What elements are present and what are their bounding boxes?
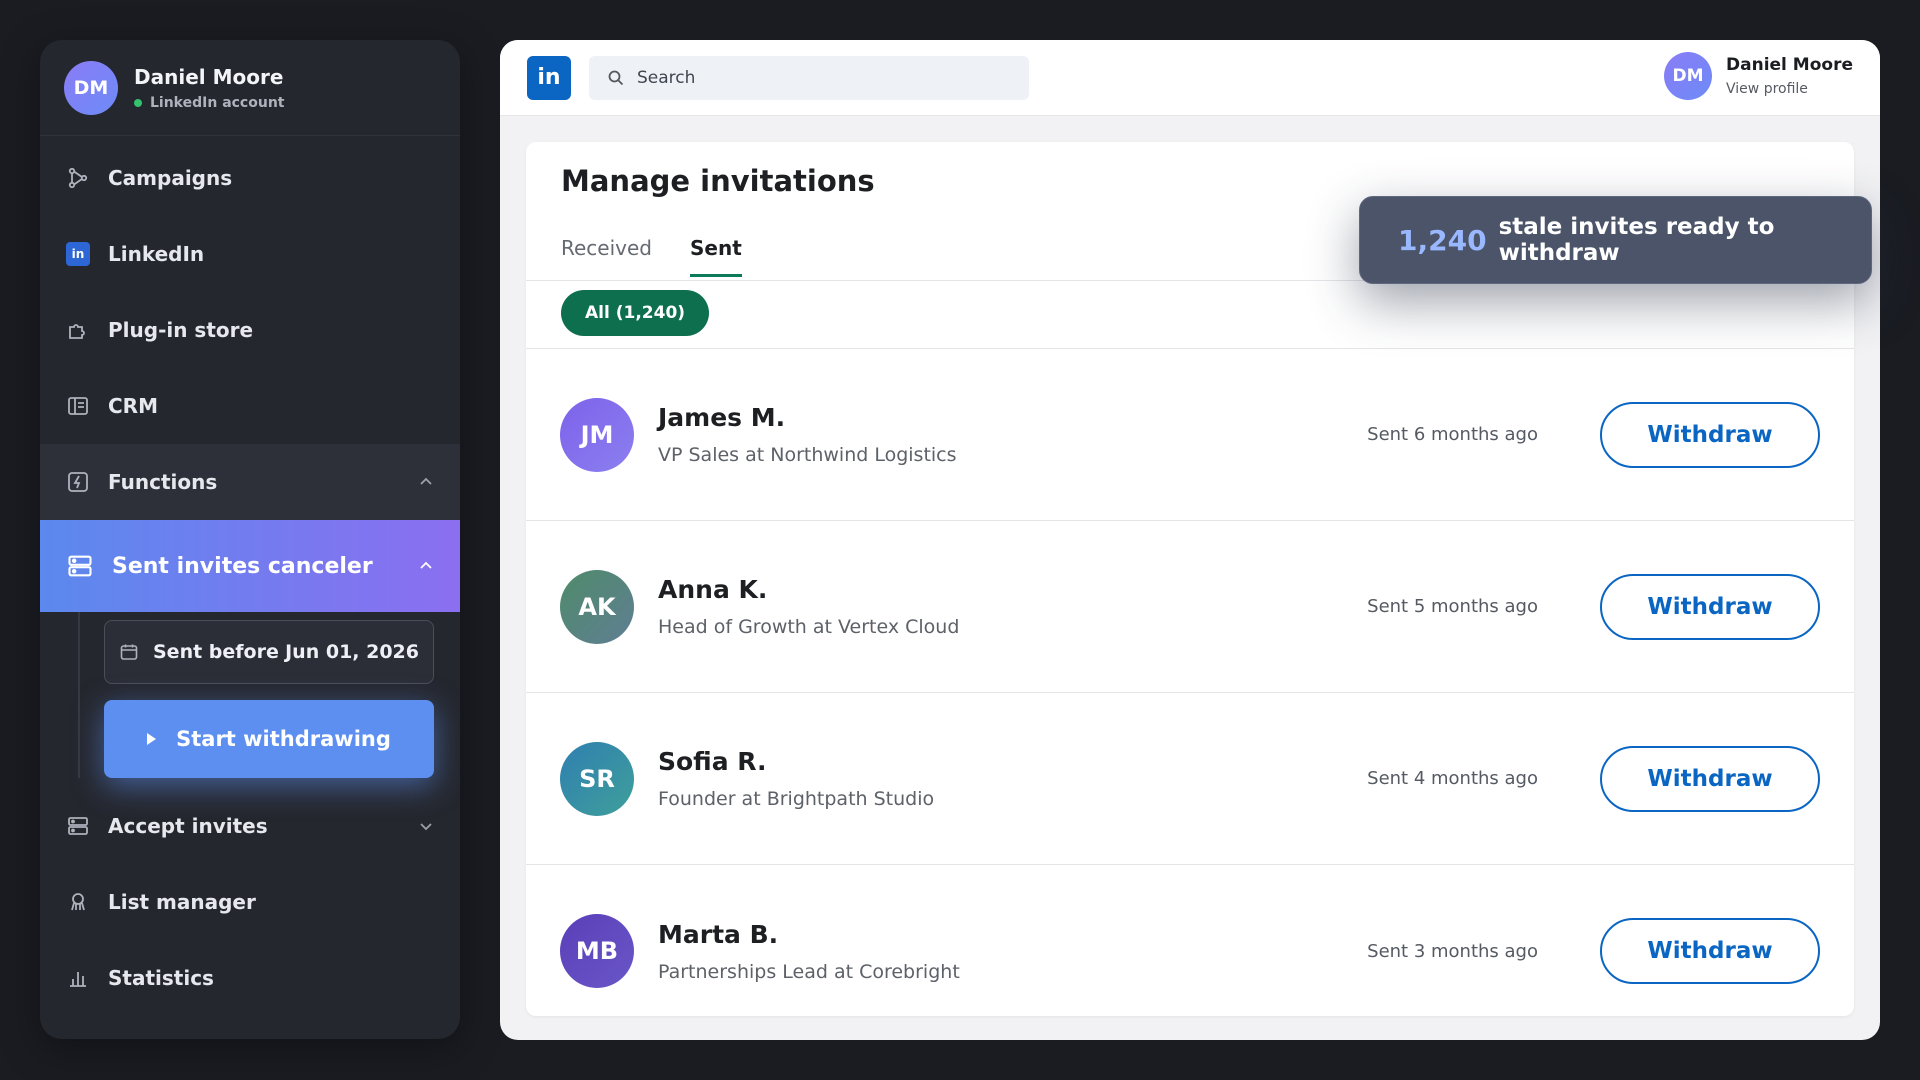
sidebar-item-campaigns[interactable]: Campaigns <box>40 140 460 216</box>
stale-invites-notification: 1,240 stale invites ready to withdraw <box>1359 196 1872 284</box>
sidebar-item-list-manager[interactable]: List manager <box>40 864 460 940</box>
chevron-up-icon <box>420 477 432 485</box>
search-box[interactable] <box>589 55 1029 100</box>
server-icon <box>66 552 94 580</box>
play-icon <box>147 733 157 745</box>
invitee-headline: Partnerships Lead at Corebright <box>658 960 960 983</box>
functions-icon <box>66 470 90 494</box>
filter-pill-all[interactable]: All (1,240) <box>561 290 710 336</box>
invitation-row: MB Marta B. Partnerships Lead at Corebri… <box>526 865 1854 1016</box>
invitee-headline: Founder at Brightpath Studio <box>658 788 935 810</box>
search-input[interactable] <box>637 67 997 88</box>
main-window: in DM Daniel Moore View profile Manage i… <box>500 40 1880 1040</box>
invitation-tabs: Received Sent <box>561 236 780 277</box>
withdraw-button[interactable]: Withdraw <box>1600 918 1820 984</box>
sidebar-item-crm[interactable]: CRM <box>40 368 460 444</box>
invitee-name[interactable]: Marta B. <box>658 920 960 949</box>
sent-invites-canceler-panel: Sent before Jun 01, 2026 Start withdrawi… <box>40 612 460 788</box>
start-withdrawing-label: Start withdrawing <box>176 727 391 751</box>
invitation-row: JM James M. VP Sales at Northwind Logist… <box>526 349 1854 521</box>
withdraw-button[interactable]: Withdraw <box>1600 401 1820 468</box>
server-icon <box>66 814 90 838</box>
notification-message: stale invites ready to withdraw <box>1498 214 1775 266</box>
sent-time: Sent 3 months ago <box>1367 940 1538 962</box>
start-withdrawing-button[interactable]: Start withdrawing <box>104 700 434 778</box>
sidebar-item-plugin-store[interactable]: Plug-in store <box>40 292 460 368</box>
invitee-headline: Head of Growth at Vertex Cloud <box>658 616 960 638</box>
sidebar-item-label: CRM <box>108 394 158 418</box>
sidebar-item-label: Functions <box>108 470 218 494</box>
view-profile-link[interactable]: View profile <box>1726 81 1853 97</box>
chevron-up-icon <box>420 561 432 569</box>
search-icon <box>608 70 624 85</box>
sidebar-item-accept-invites[interactable]: Accept invites <box>40 788 460 864</box>
tab-received[interactable]: Received <box>561 236 652 277</box>
list-manager-icon <box>66 890 90 914</box>
invitation-row: AK Anna K. Head of Growth at Vertex Clou… <box>526 521 1854 693</box>
avatar: DM <box>1664 52 1713 100</box>
avatar: SR <box>560 741 634 816</box>
sidebar-item-functions[interactable]: Functions <box>40 444 460 520</box>
avatar: DM <box>64 60 118 115</box>
topbar-profile[interactable]: DM Daniel Moore View profile <box>1664 52 1853 100</box>
sidebar-profile[interactable]: DM Daniel Moore LinkedIn account <box>40 40 460 136</box>
sidebar-item-label: Sent invites canceler <box>112 553 373 579</box>
tree-line <box>78 612 80 778</box>
linkedin-logo[interactable]: in <box>527 55 571 100</box>
avatar: AK <box>560 569 634 644</box>
page-title: Manage invitations <box>561 164 875 198</box>
sent-time: Sent 4 months ago <box>1367 768 1538 789</box>
sent-before-date-field[interactable]: Sent before Jun 01, 2026 <box>104 620 434 684</box>
sidebar-item-sent-invites-canceler[interactable]: Sent invites canceler <box>40 520 460 612</box>
withdraw-button[interactable]: Withdraw <box>1600 745 1820 812</box>
invitation-list: JM James M. VP Sales at Northwind Logist… <box>526 348 1854 1016</box>
linkedin-icon: in <box>66 242 90 266</box>
invitation-row: SR Sofia R. Founder at Brightpath Studio… <box>526 693 1854 865</box>
sidebar-item-label: Plug-in store <box>108 318 254 342</box>
invitee-name[interactable]: James M. <box>658 403 957 432</box>
invitee-name[interactable]: Sofia R. <box>658 747 934 776</box>
date-field-label: Sent before <box>153 641 279 663</box>
sent-time: Sent 6 months ago <box>1367 424 1538 445</box>
campaigns-icon <box>66 166 90 190</box>
calendar-icon <box>120 644 138 660</box>
crm-icon <box>66 394 90 418</box>
invitee-headline: VP Sales at Northwind Logistics <box>658 444 957 466</box>
profile-name: Daniel Moore <box>1726 55 1853 75</box>
sent-time: Sent 5 months ago <box>1367 596 1538 617</box>
withdraw-button[interactable]: Withdraw <box>1600 573 1820 640</box>
sidebar-item-linkedin[interactable]: in LinkedIn <box>40 216 460 292</box>
invitee-name[interactable]: Anna K. <box>658 575 959 604</box>
puzzle-icon <box>66 318 90 342</box>
sidebar-item-label: Statistics <box>108 966 214 990</box>
top-bar: in DM Daniel Moore View profile <box>500 40 1880 116</box>
avatar: MB <box>560 914 634 988</box>
tab-sent[interactable]: Sent <box>690 236 742 277</box>
sidebar-item-statistics[interactable]: Statistics <box>40 940 460 1016</box>
sidebar: DM Daniel Moore LinkedIn account Campaig… <box>40 40 460 1039</box>
status-dot <box>134 98 142 107</box>
chevron-down-icon <box>420 823 432 831</box>
bar-chart-icon <box>66 966 90 990</box>
sidebar-item-label: LinkedIn <box>108 242 205 266</box>
sidebar-item-label: Accept invites <box>108 814 268 838</box>
profile-status: LinkedIn account <box>134 95 284 111</box>
profile-status-label: LinkedIn account <box>150 94 285 111</box>
sidebar-item-label: List manager <box>108 890 256 914</box>
avatar: JM <box>560 397 634 472</box>
date-field-value: Jun 01, 2026 <box>285 641 419 663</box>
sidebar-item-label: Campaigns <box>108 166 233 190</box>
profile-name: Daniel Moore <box>134 64 284 89</box>
stale-invite-count: 1,240 <box>1398 223 1487 257</box>
